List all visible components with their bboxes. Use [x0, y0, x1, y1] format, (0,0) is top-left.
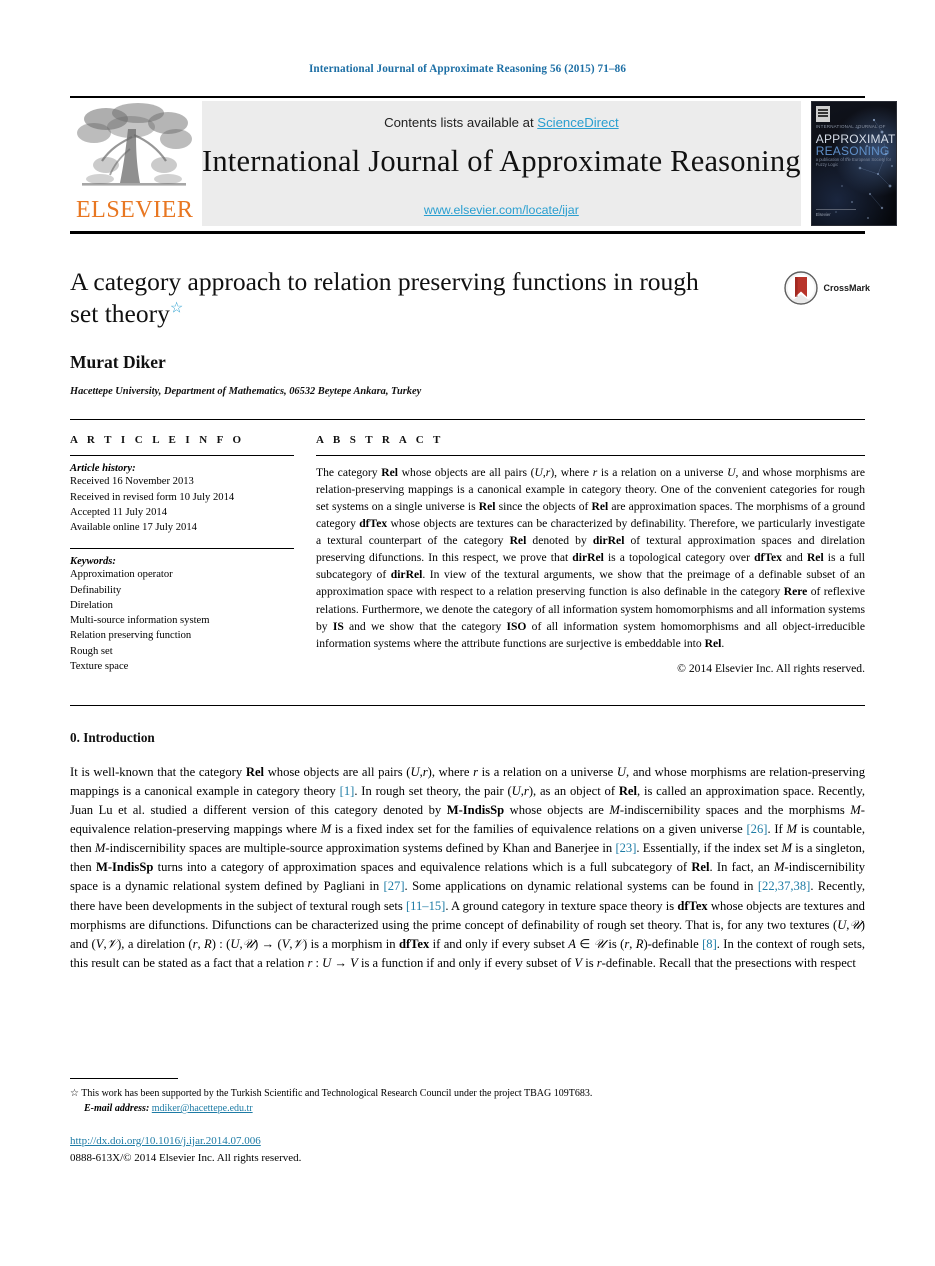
section-heading-introduction: 0. Introduction — [70, 729, 155, 745]
cover-title-line2: REASONING — [815, 144, 890, 158]
keyword-item: Definability — [70, 584, 122, 596]
info-top-rule — [70, 419, 865, 421]
keywords-label: Keywords: — [70, 556, 116, 568]
footnote-rule — [70, 1078, 178, 1079]
history-item: Available online 17 July 2014 — [70, 522, 197, 533]
author-email-link[interactable]: mdiker@hacettepe.edu.tr — [152, 1103, 253, 1114]
crossmark-badge[interactable]: CrossMark — [784, 271, 870, 305]
running-head: International Journal of Approximate Rea… — [308, 63, 627, 75]
author-affiliation: Hacettepe University, Department of Math… — [70, 386, 422, 398]
abstract-column: A B S T R A C T The category Rel whose o… — [316, 434, 866, 675]
article-info-heading: A R T I C L E I N F O — [70, 434, 245, 447]
elsevier-wordmark: ELSEVIER — [76, 197, 194, 223]
keyword-item: Direlation — [70, 599, 113, 611]
email-label: E-mail address: — [84, 1103, 150, 1114]
history-item: Received 16 November 2013 — [70, 476, 194, 488]
article-info-column: A R T I C L E I N F O Article history: R… — [70, 434, 316, 674]
journal-band: Contents lists available at ScienceDirec… — [202, 101, 801, 226]
funding-text: This work has been supported by the Turk… — [81, 1088, 593, 1099]
contents-list-line: Contents lists available at ScienceDirec… — [384, 115, 619, 130]
keywords-rule — [70, 548, 294, 550]
info-abstract-grid: A R T I C L E I N F O Article history: R… — [70, 434, 866, 675]
keyword-item: Relation preserving function — [70, 630, 192, 642]
keyword-item: Texture space — [70, 660, 129, 672]
title-footnote-marker[interactable]: ☆ — [170, 301, 183, 317]
journal-masthead: ELSEVIER Contents lists available at Sci… — [70, 96, 897, 227]
journal-cover-thumbnail[interactable]: INTERNATIONAL JOURNAL OF APPROXIMATE REA… — [810, 101, 897, 226]
issn-copyright-line: 0888-613X/© 2014 Elsevier Inc. All right… — [70, 1151, 302, 1164]
abstract-copyright: © 2014 Elsevier Inc. All rights reserved… — [677, 661, 865, 675]
elsevier-logo: ELSEVIER — [70, 101, 202, 226]
keyword-item: Rough set — [70, 645, 113, 657]
history-item: Received in revised form 10 July 2014 — [70, 491, 235, 503]
author-name[interactable]: Murat Diker — [70, 352, 865, 373]
journal-title: International Journal of Approximate Rea… — [202, 143, 801, 178]
article-title-text: A category approach to relation preservi… — [70, 267, 699, 329]
article-info-rule — [70, 455, 294, 457]
article-history-label: Article history: — [70, 463, 136, 475]
contents-prefix: Contents lists available at — [384, 114, 538, 130]
body-top-rule — [70, 704, 865, 706]
masthead-bottom-rule — [70, 231, 865, 234]
cover-kicker: INTERNATIONAL JOURNAL OF — [815, 124, 886, 129]
abstract-rule — [316, 455, 865, 457]
abstract-heading: A B S T R A C T — [316, 434, 444, 447]
introduction-paragraph: It is well-known that the category Rel w… — [70, 764, 866, 970]
keyword-item: Approximation operator — [70, 569, 173, 581]
elsevier-tree-icon — [77, 103, 192, 186]
paper-page: International Journal of Approximate Rea… — [0, 0, 935, 1266]
cover-publisher-mark — [815, 106, 830, 122]
crossmark-label: CrossMark — [823, 283, 870, 293]
doi-link[interactable]: http://dx.doi.org/10.1016/j.ijar.2014.07… — [70, 1135, 261, 1147]
cover-subtitle: a publication of the European Society fo… — [815, 157, 892, 167]
journal-homepage-link[interactable]: www.elsevier.com/locate/ijar — [424, 203, 579, 217]
doi-block: http://dx.doi.org/10.1016/j.ijar.2014.07… — [70, 1133, 301, 1166]
title-block: A category approach to relation preservi… — [70, 266, 870, 398]
history-item: Accepted 11 July 2014 — [70, 506, 167, 518]
crossmark-icon — [784, 271, 819, 305]
page-title: A category approach to relation preservi… — [70, 266, 730, 330]
footnote-block: ☆ This work has been supported by the Tu… — [70, 1086, 860, 1116]
abstract-text: The category Rel whose objects are all p… — [316, 466, 866, 650]
funding-note: ☆ This work has been supported by the Tu… — [70, 1086, 860, 1101]
footnote-star-marker: ☆ — [70, 1088, 79, 1099]
sciencedirect-link[interactable]: ScienceDirect — [537, 115, 618, 130]
keyword-item: Multi-source information system — [70, 615, 210, 626]
email-note: E-mail address: mdiker@hacettepe.edu.tr — [70, 1101, 860, 1116]
cover-footer-mark: Elsevier — [815, 209, 856, 217]
